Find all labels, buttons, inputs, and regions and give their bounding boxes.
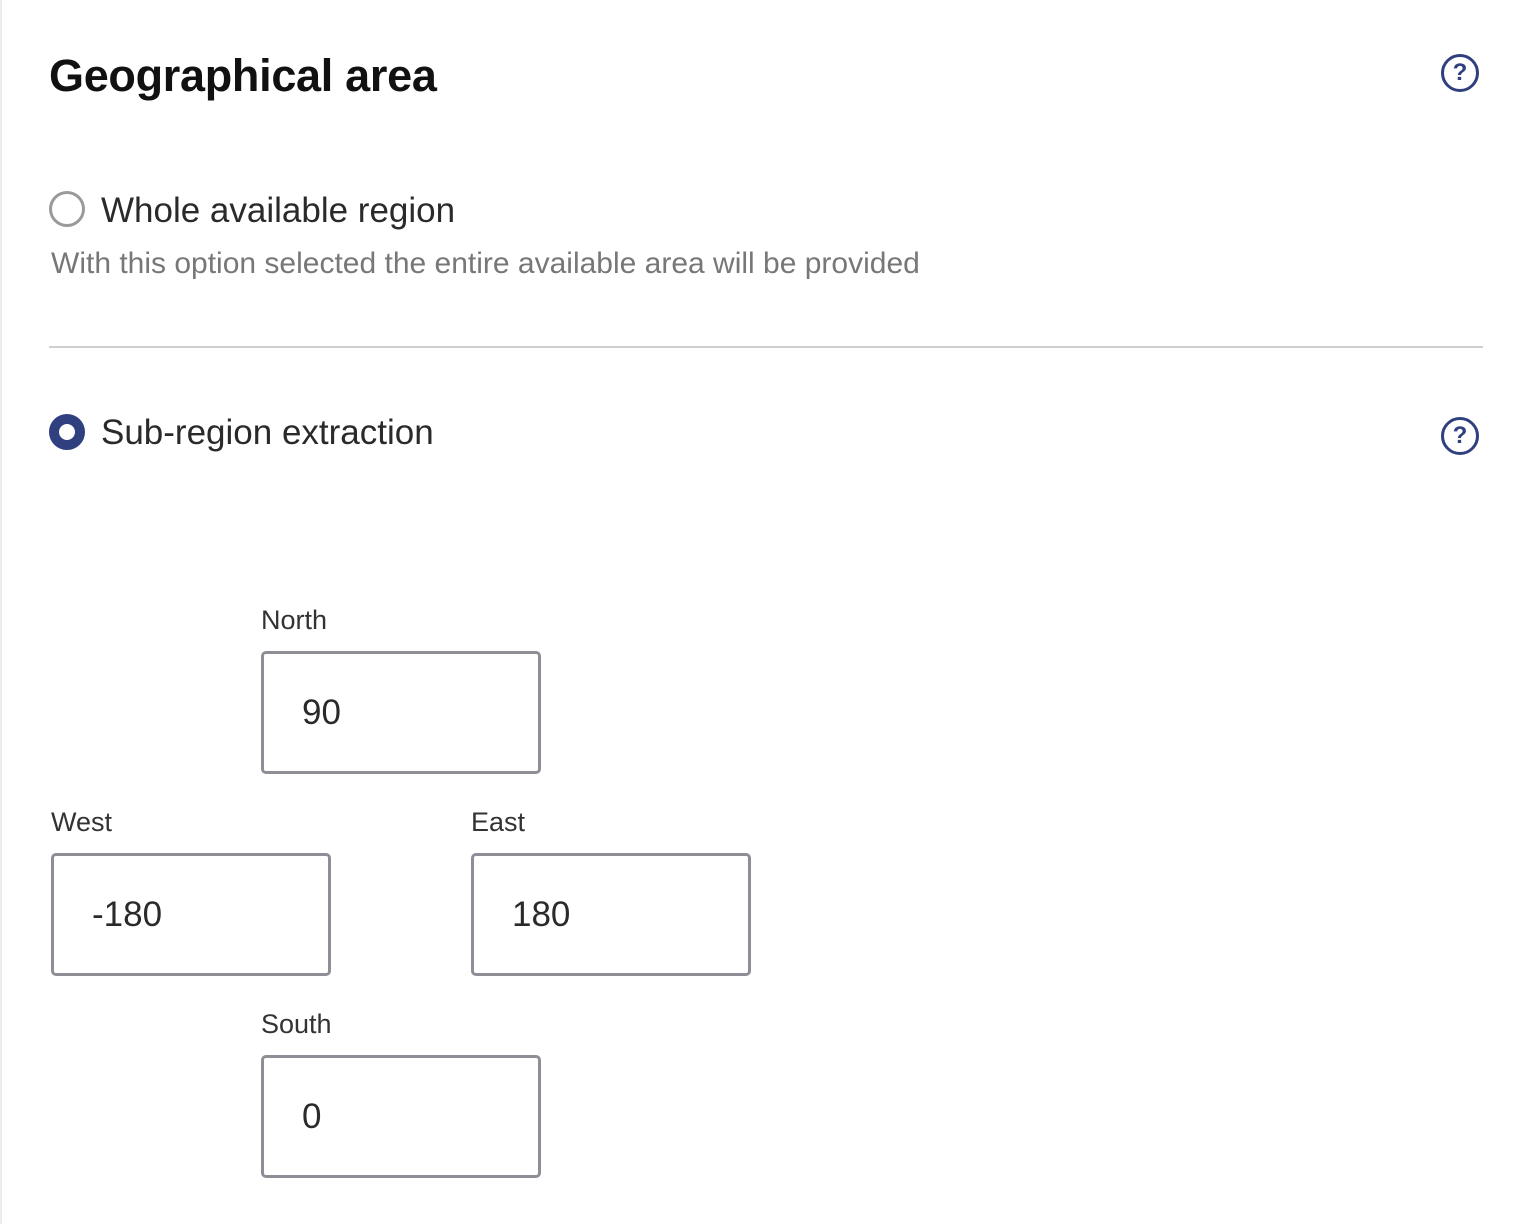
west-label: West: [51, 807, 113, 837]
section-title: Geographical area: [49, 50, 437, 101]
subregion-radio[interactable]: [49, 414, 85, 450]
whole-region-label[interactable]: Whole available region: [101, 189, 455, 233]
east-input[interactable]: [471, 853, 751, 976]
north-label: North: [261, 605, 328, 635]
subregion-help-icon[interactable]: ?: [1441, 417, 1479, 455]
panel-left-border: [0, 0, 2, 1224]
east-label: East: [471, 807, 526, 837]
option-divider: [49, 346, 1483, 348]
north-input[interactable]: [261, 651, 541, 774]
south-label: South: [261, 1009, 332, 1039]
subregion-label[interactable]: Sub-region extraction: [101, 411, 434, 455]
whole-region-description: With this option selected the entire ava…: [51, 247, 920, 280]
south-input[interactable]: [261, 1055, 541, 1178]
help-icon[interactable]: ?: [1441, 54, 1479, 92]
west-input[interactable]: [51, 853, 331, 976]
whole-region-radio[interactable]: [49, 191, 85, 227]
